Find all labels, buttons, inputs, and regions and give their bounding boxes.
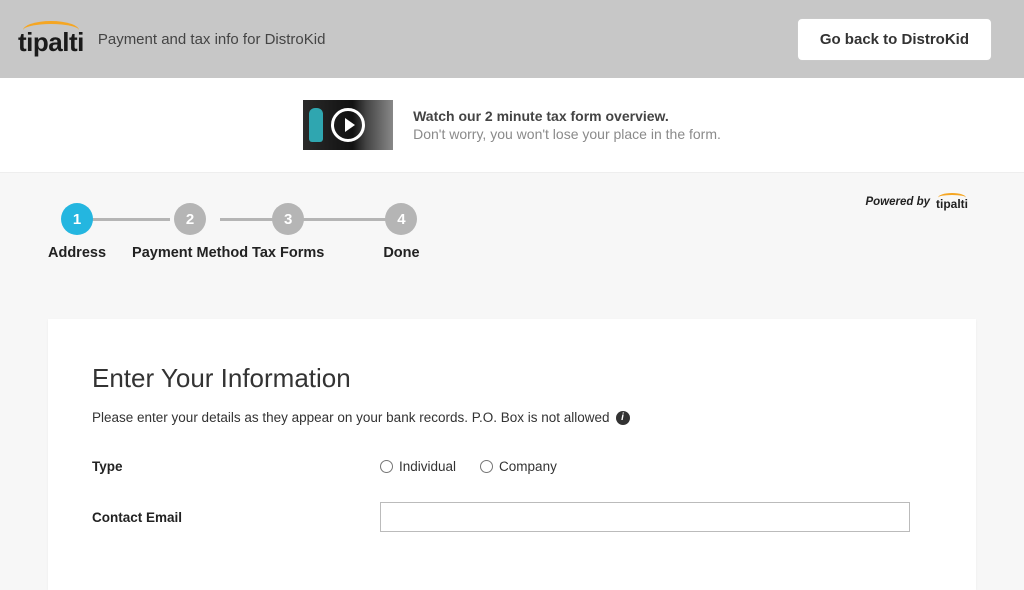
step-number: 2 (174, 203, 206, 235)
go-back-button[interactable]: Go back to DistroKid (797, 18, 992, 61)
video-title: Watch our 2 minute tax form overview. (413, 108, 721, 124)
header-subtitle: Payment and tax info for DistroKid (98, 31, 326, 48)
radio-individual[interactable]: Individual (380, 459, 456, 474)
type-row: Type Individual Company (92, 459, 932, 474)
step-number: 1 (61, 203, 93, 235)
top-header: tipalti Payment and tax info for DistroK… (0, 0, 1024, 78)
step-label: Done (383, 245, 419, 261)
video-text: Watch our 2 minute tax form overview. Do… (413, 108, 721, 142)
step-label: Payment Method (132, 245, 248, 261)
header-left: tipalti Payment and tax info for DistroK… (18, 21, 325, 58)
radio-icon (380, 460, 393, 473)
form-card: Enter Your Information Please enter your… (48, 319, 976, 590)
progress-steps: 1 Address 2 Payment Method 3 Tax Forms 4… (48, 203, 976, 261)
step-number: 4 (385, 203, 417, 235)
play-icon (331, 108, 365, 142)
form-title: Enter Your Information (92, 363, 932, 394)
email-label: Contact Email (92, 510, 380, 525)
video-banner: Watch our 2 minute tax form overview. Do… (0, 78, 1024, 173)
step-done[interactable]: 4 Done (383, 203, 419, 261)
step-label: Address (48, 245, 106, 261)
email-row: Contact Email (92, 502, 932, 532)
type-radio-group: Individual Company (380, 459, 557, 474)
step-number: 3 (272, 203, 304, 235)
step-payment-method[interactable]: 2 Payment Method (132, 203, 248, 261)
step-tax-forms[interactable]: 3 Tax Forms (252, 203, 324, 261)
logo-text: tipalti (18, 27, 84, 58)
radio-company[interactable]: Company (480, 459, 557, 474)
video-subtitle: Don't worry, you won't lose your place i… (413, 126, 721, 142)
radio-label: Company (499, 459, 557, 474)
email-field[interactable] (380, 502, 910, 532)
radio-icon (480, 460, 493, 473)
form-description-row: Please enter your details as they appear… (92, 410, 932, 425)
tipalti-logo: tipalti (18, 21, 84, 58)
video-thumbnail[interactable] (303, 100, 393, 150)
info-icon[interactable]: i (616, 411, 630, 425)
form-description: Please enter your details as they appear… (92, 410, 610, 425)
radio-label: Individual (399, 459, 456, 474)
type-label: Type (92, 459, 380, 474)
step-address[interactable]: 1 Address (48, 203, 106, 261)
steps-area: Powered by tipalti 1 Address 2 Payment M… (0, 173, 1024, 269)
step-label: Tax Forms (252, 245, 324, 261)
